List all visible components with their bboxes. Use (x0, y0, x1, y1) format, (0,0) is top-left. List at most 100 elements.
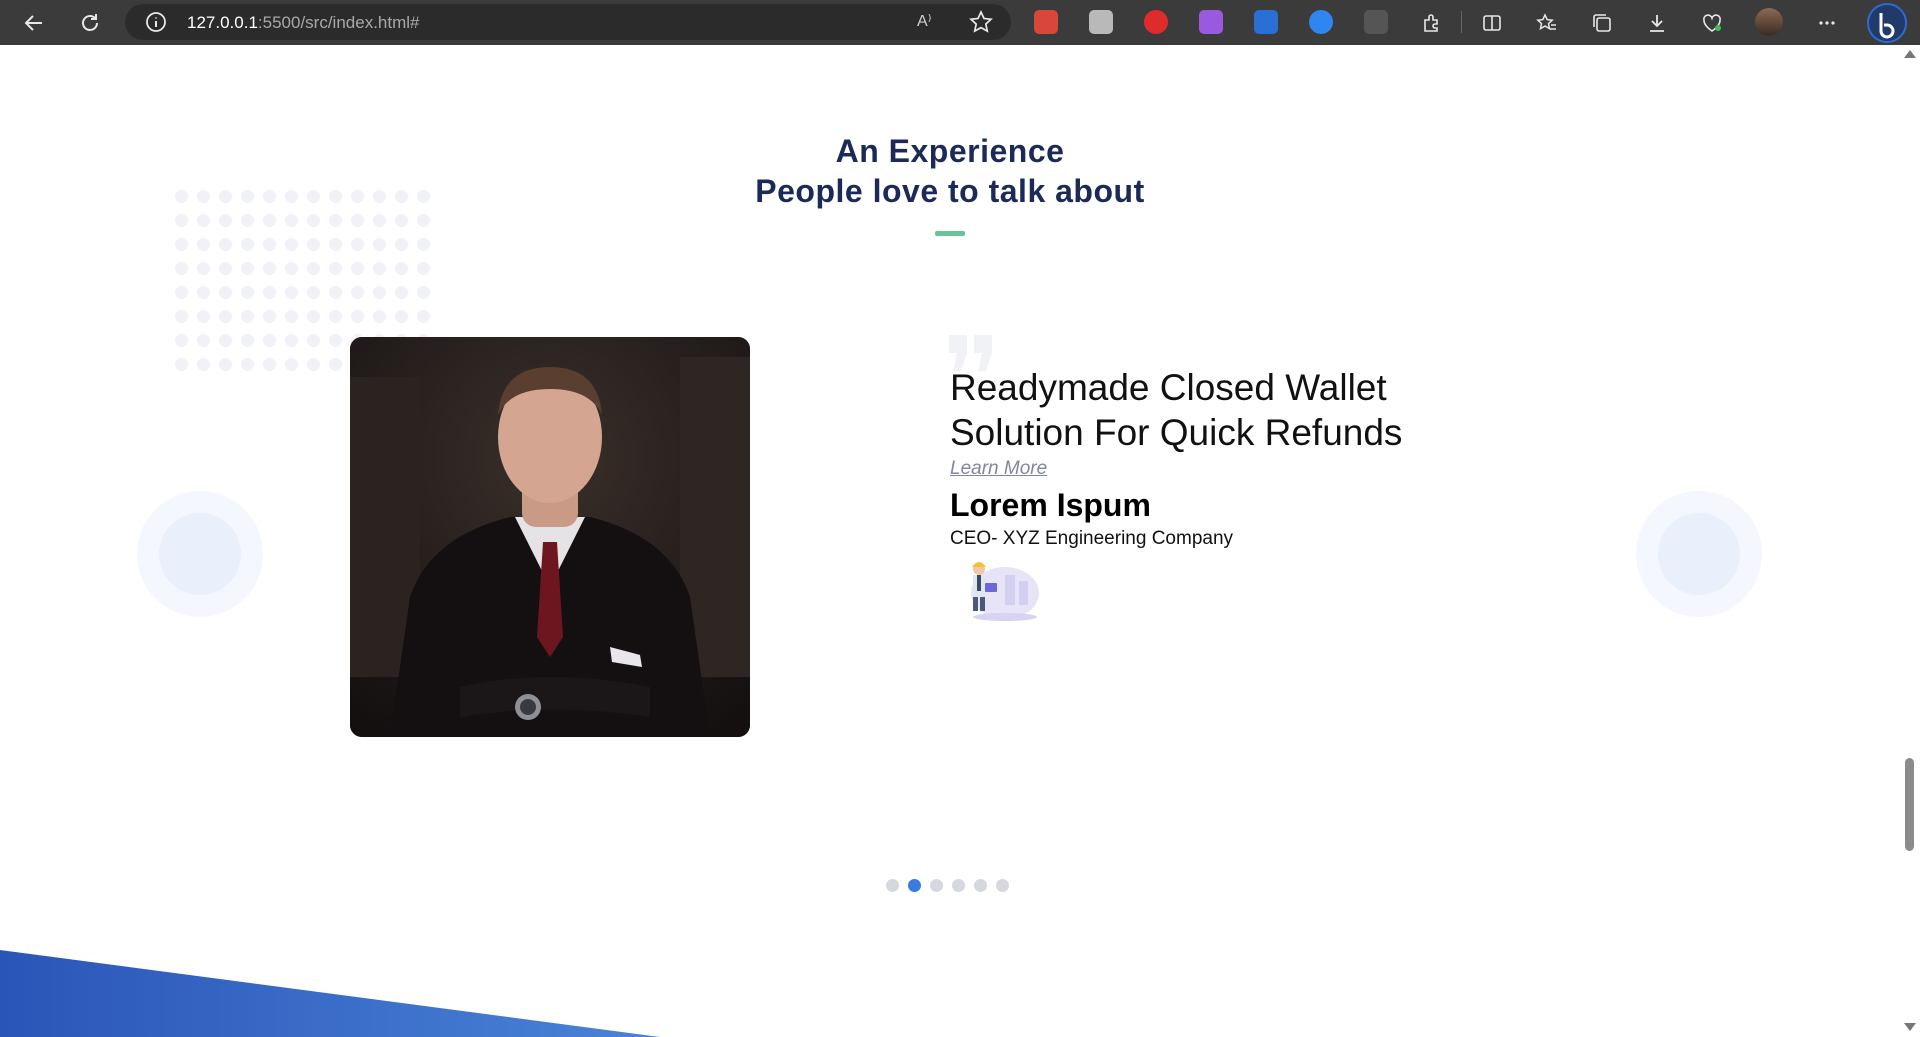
decor-dot (263, 190, 276, 203)
url-text[interactable]: 127.0.0.1:5500/src/index.html# (187, 13, 420, 33)
decor-dot (219, 238, 232, 251)
decor-dot (307, 238, 320, 251)
learn-more-link[interactable]: Learn More (950, 458, 1047, 480)
decor-dot (197, 358, 210, 371)
decor-dot (219, 190, 232, 203)
left-ring-decoration (137, 491, 263, 617)
split-screen-button[interactable] (1475, 6, 1509, 40)
decor-dot (219, 214, 232, 227)
decor-dot (197, 286, 210, 299)
more-dots-icon (1819, 21, 1835, 25)
favorites-button[interactable] (1530, 6, 1564, 40)
pagination-dot-6[interactable] (996, 879, 1009, 892)
decor-dot (285, 310, 298, 323)
decor-dot (307, 358, 320, 371)
extensions-button[interactable] (1415, 6, 1449, 40)
extension-blue-u-icon[interactable] (1309, 10, 1333, 34)
portrait-image (350, 337, 750, 737)
decor-dot (351, 190, 364, 203)
section-heading-line1: An Experience (835, 133, 1065, 169)
decor-dot (329, 262, 342, 275)
extension-gray-icon[interactable] (1089, 10, 1113, 34)
decor-dot (263, 310, 276, 323)
scroll-thumb[interactable] (1905, 758, 1914, 851)
decor-dot (263, 262, 276, 275)
page-content: An Experience People love to talk about (0, 45, 1900, 1037)
scroll-up-arrow[interactable] (1904, 50, 1916, 58)
decor-dot (329, 190, 342, 203)
decor-dot (351, 238, 364, 251)
testimonial-role: CEO- XYZ Engineering Company (950, 528, 1234, 549)
back-button[interactable] (17, 6, 51, 40)
decor-dot (329, 238, 342, 251)
page-scrollbar[interactable] (1900, 45, 1920, 1037)
decor-dot (197, 238, 210, 251)
decor-dot (197, 214, 210, 227)
testimonial-photo (350, 337, 750, 737)
decor-dot (395, 286, 408, 299)
more-menu-button[interactable] (1810, 6, 1844, 40)
decor-dot (197, 334, 210, 347)
decor-dot (373, 214, 386, 227)
heading-underline (935, 231, 965, 236)
decor-dot (351, 214, 364, 227)
split-screen-icon (1483, 15, 1501, 31)
site-info-icon[interactable] (145, 11, 167, 33)
decor-dot (175, 214, 188, 227)
decor-dot (307, 334, 320, 347)
profile-avatar[interactable] (1755, 8, 1783, 36)
pagination-dot-1[interactable] (886, 879, 899, 892)
decor-dot (351, 286, 364, 299)
pagination-dot-5[interactable] (974, 879, 987, 892)
decor-dot (285, 238, 298, 251)
collections-button[interactable] (1585, 6, 1619, 40)
decor-dot (285, 262, 298, 275)
extension-red-s-icon[interactable] (1034, 10, 1058, 34)
pagination-dot-3[interactable] (930, 879, 943, 892)
favorite-star-icon[interactable] (968, 9, 994, 35)
decor-dot (197, 190, 210, 203)
decor-dot (285, 214, 298, 227)
decor-dot (307, 262, 320, 275)
decor-dot (219, 310, 232, 323)
decor-dot (373, 238, 386, 251)
decor-dot (241, 214, 254, 227)
testimonial-title: Readymade Closed Wallet Solution For Qui… (950, 367, 1403, 453)
decor-dot (373, 262, 386, 275)
right-ring-decoration (1636, 491, 1762, 617)
decor-dot (263, 334, 276, 347)
extension-dark-icon[interactable] (1364, 10, 1388, 34)
decor-dot (241, 286, 254, 299)
decor-dot (197, 310, 210, 323)
engineer-illustration (971, 562, 1039, 621)
decor-dot (351, 310, 364, 323)
read-aloud-icon[interactable]: A⁾ (917, 11, 932, 31)
decor-dot (241, 334, 254, 347)
pagination-dot-4[interactable] (952, 879, 965, 892)
decor-dot (219, 262, 232, 275)
scroll-down-arrow[interactable] (1904, 1023, 1916, 1031)
browser-essentials-button[interactable] (1695, 6, 1729, 40)
favorites-icon (1536, 13, 1556, 31)
extension-hand-icon[interactable] (1144, 10, 1168, 34)
copilot-button[interactable] (1867, 3, 1907, 43)
decor-dot (241, 238, 254, 251)
decor-dot (395, 238, 408, 251)
decor-dot (373, 286, 386, 299)
downloads-button[interactable] (1640, 6, 1674, 40)
decor-dot (263, 238, 276, 251)
puzzle-icon (1424, 14, 1438, 32)
decor-dot (307, 190, 320, 203)
decor-dot (285, 286, 298, 299)
pagination-dot-2[interactable] (908, 879, 921, 892)
decor-dot (285, 190, 298, 203)
decor-dot (307, 286, 320, 299)
heart-pulse-icon (1703, 14, 1721, 32)
extension-download-icon[interactable] (1254, 10, 1278, 34)
decor-dot (175, 358, 188, 371)
address-bar[interactable]: 127.0.0.1:5500/src/index.html# A⁾ (125, 4, 1011, 40)
extension-purple-icon[interactable] (1199, 10, 1223, 34)
refresh-button[interactable] (73, 6, 107, 40)
decor-dot (175, 334, 188, 347)
browser-toolbar: 127.0.0.1:5500/src/index.html# A⁾ (0, 0, 1920, 45)
